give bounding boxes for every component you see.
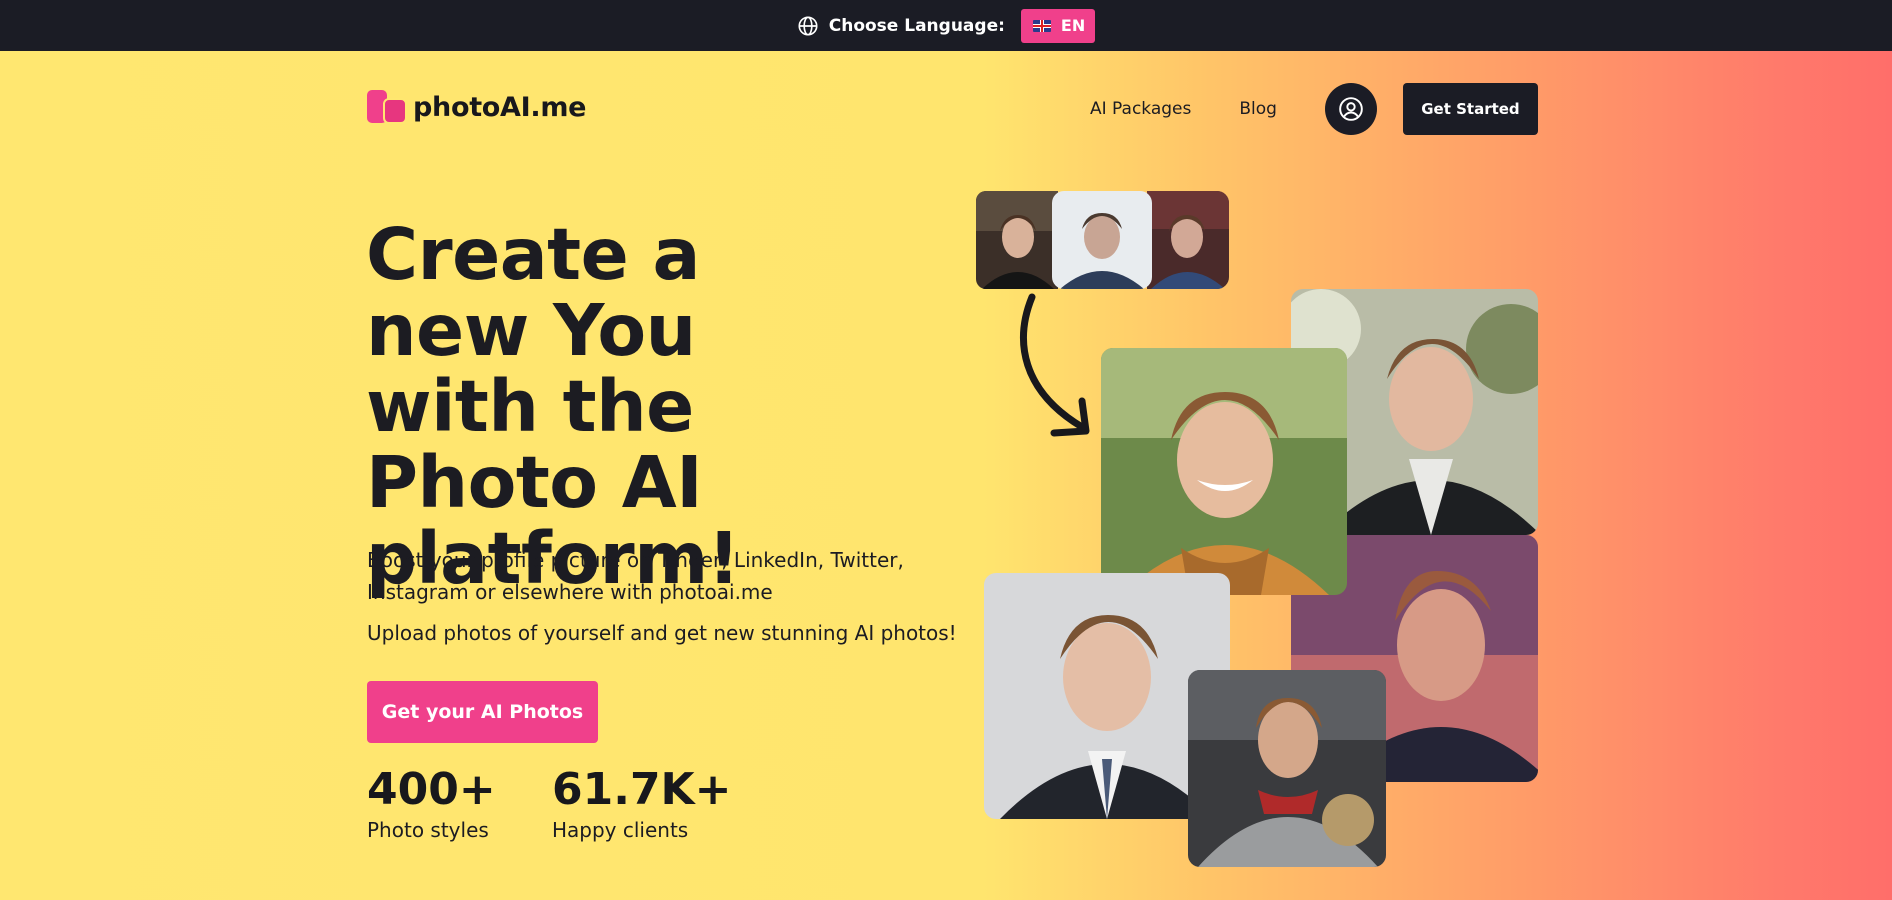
user-circle-icon [1339,97,1363,121]
uk-flag-icon [1032,19,1051,32]
stat-value: 400+ [367,764,496,815]
stat-value: 61.7K+ [552,764,732,815]
ai-portrait-photo [1188,670,1386,867]
input-selfie-photo [976,191,1058,289]
input-selfie-photo [1147,191,1229,289]
stat-label: Happy clients [552,818,689,842]
logo-text: photoAI.me [413,91,587,123]
hero-subtitle: Boost your profile picture on Tinder, Li… [367,548,904,604]
language-dropdown-button[interactable]: EN [1020,8,1096,43]
account-button[interactable] [1324,83,1377,135]
logo-mark-icon [367,89,409,125]
main-nav: AI Packages Blog Get Started [1090,83,1538,135]
arrow-icon [1020,293,1090,437]
language-bar: Choose Language: EN [0,0,1892,51]
logo[interactable]: photoAI.me [367,89,587,125]
ai-portrait-photo [1101,348,1347,595]
choose-language-label: Choose Language: [828,15,1005,36]
get-started-button[interactable]: Get Started [1402,83,1538,135]
nav-blog[interactable]: Blog [1239,99,1277,119]
globe-icon [798,15,818,36]
nav-ai-packages[interactable]: AI Packages [1090,99,1191,119]
language-selector: Choose Language: EN [797,8,1096,43]
stat-photo-styles: 400+ Photo styles [367,764,496,842]
hero-subtitle-secondary: Upload photos of yourself and get new st… [367,621,957,645]
stat-happy-clients: 61.7K+ Happy clients [552,764,732,842]
get-ai-photos-button[interactable]: Get your AI Photos [367,681,598,743]
hero-headline: Create a new You with the Photo AI platf… [366,213,740,600]
language-code: EN [1060,16,1086,35]
input-selfie-photo [1052,191,1152,289]
hero-section: photoAI.me AI Packages Blog Get Started … [0,51,1892,900]
stat-label: Photo styles [367,818,489,842]
